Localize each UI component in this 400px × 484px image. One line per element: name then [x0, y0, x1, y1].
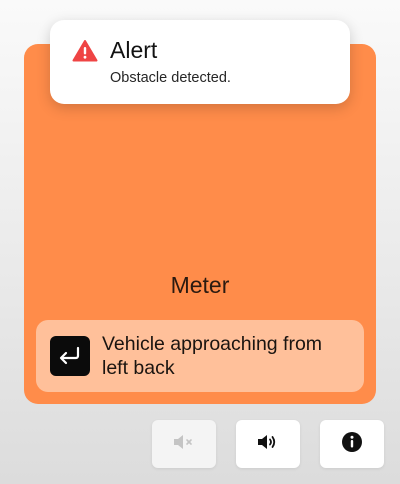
speaker-muted-icon	[172, 432, 196, 457]
info-icon	[341, 431, 363, 458]
warning-icon	[72, 39, 98, 68]
vehicle-notice: Vehicle approaching from left back	[36, 320, 364, 392]
info-button[interactable]	[320, 420, 384, 468]
notice-text: Vehicle approaching from left back	[102, 333, 323, 379]
alert-toast: Alert Obstacle detected.	[50, 20, 350, 104]
meter-label: Meter	[170, 272, 230, 298]
alert-title: Alert	[110, 37, 158, 63]
return-arrow-icon	[50, 336, 90, 376]
speaker-volume-icon	[256, 432, 280, 457]
volume-button[interactable]	[236, 420, 300, 468]
alert-message: Obstacle detected.	[110, 70, 231, 86]
mute-button[interactable]	[152, 420, 216, 468]
